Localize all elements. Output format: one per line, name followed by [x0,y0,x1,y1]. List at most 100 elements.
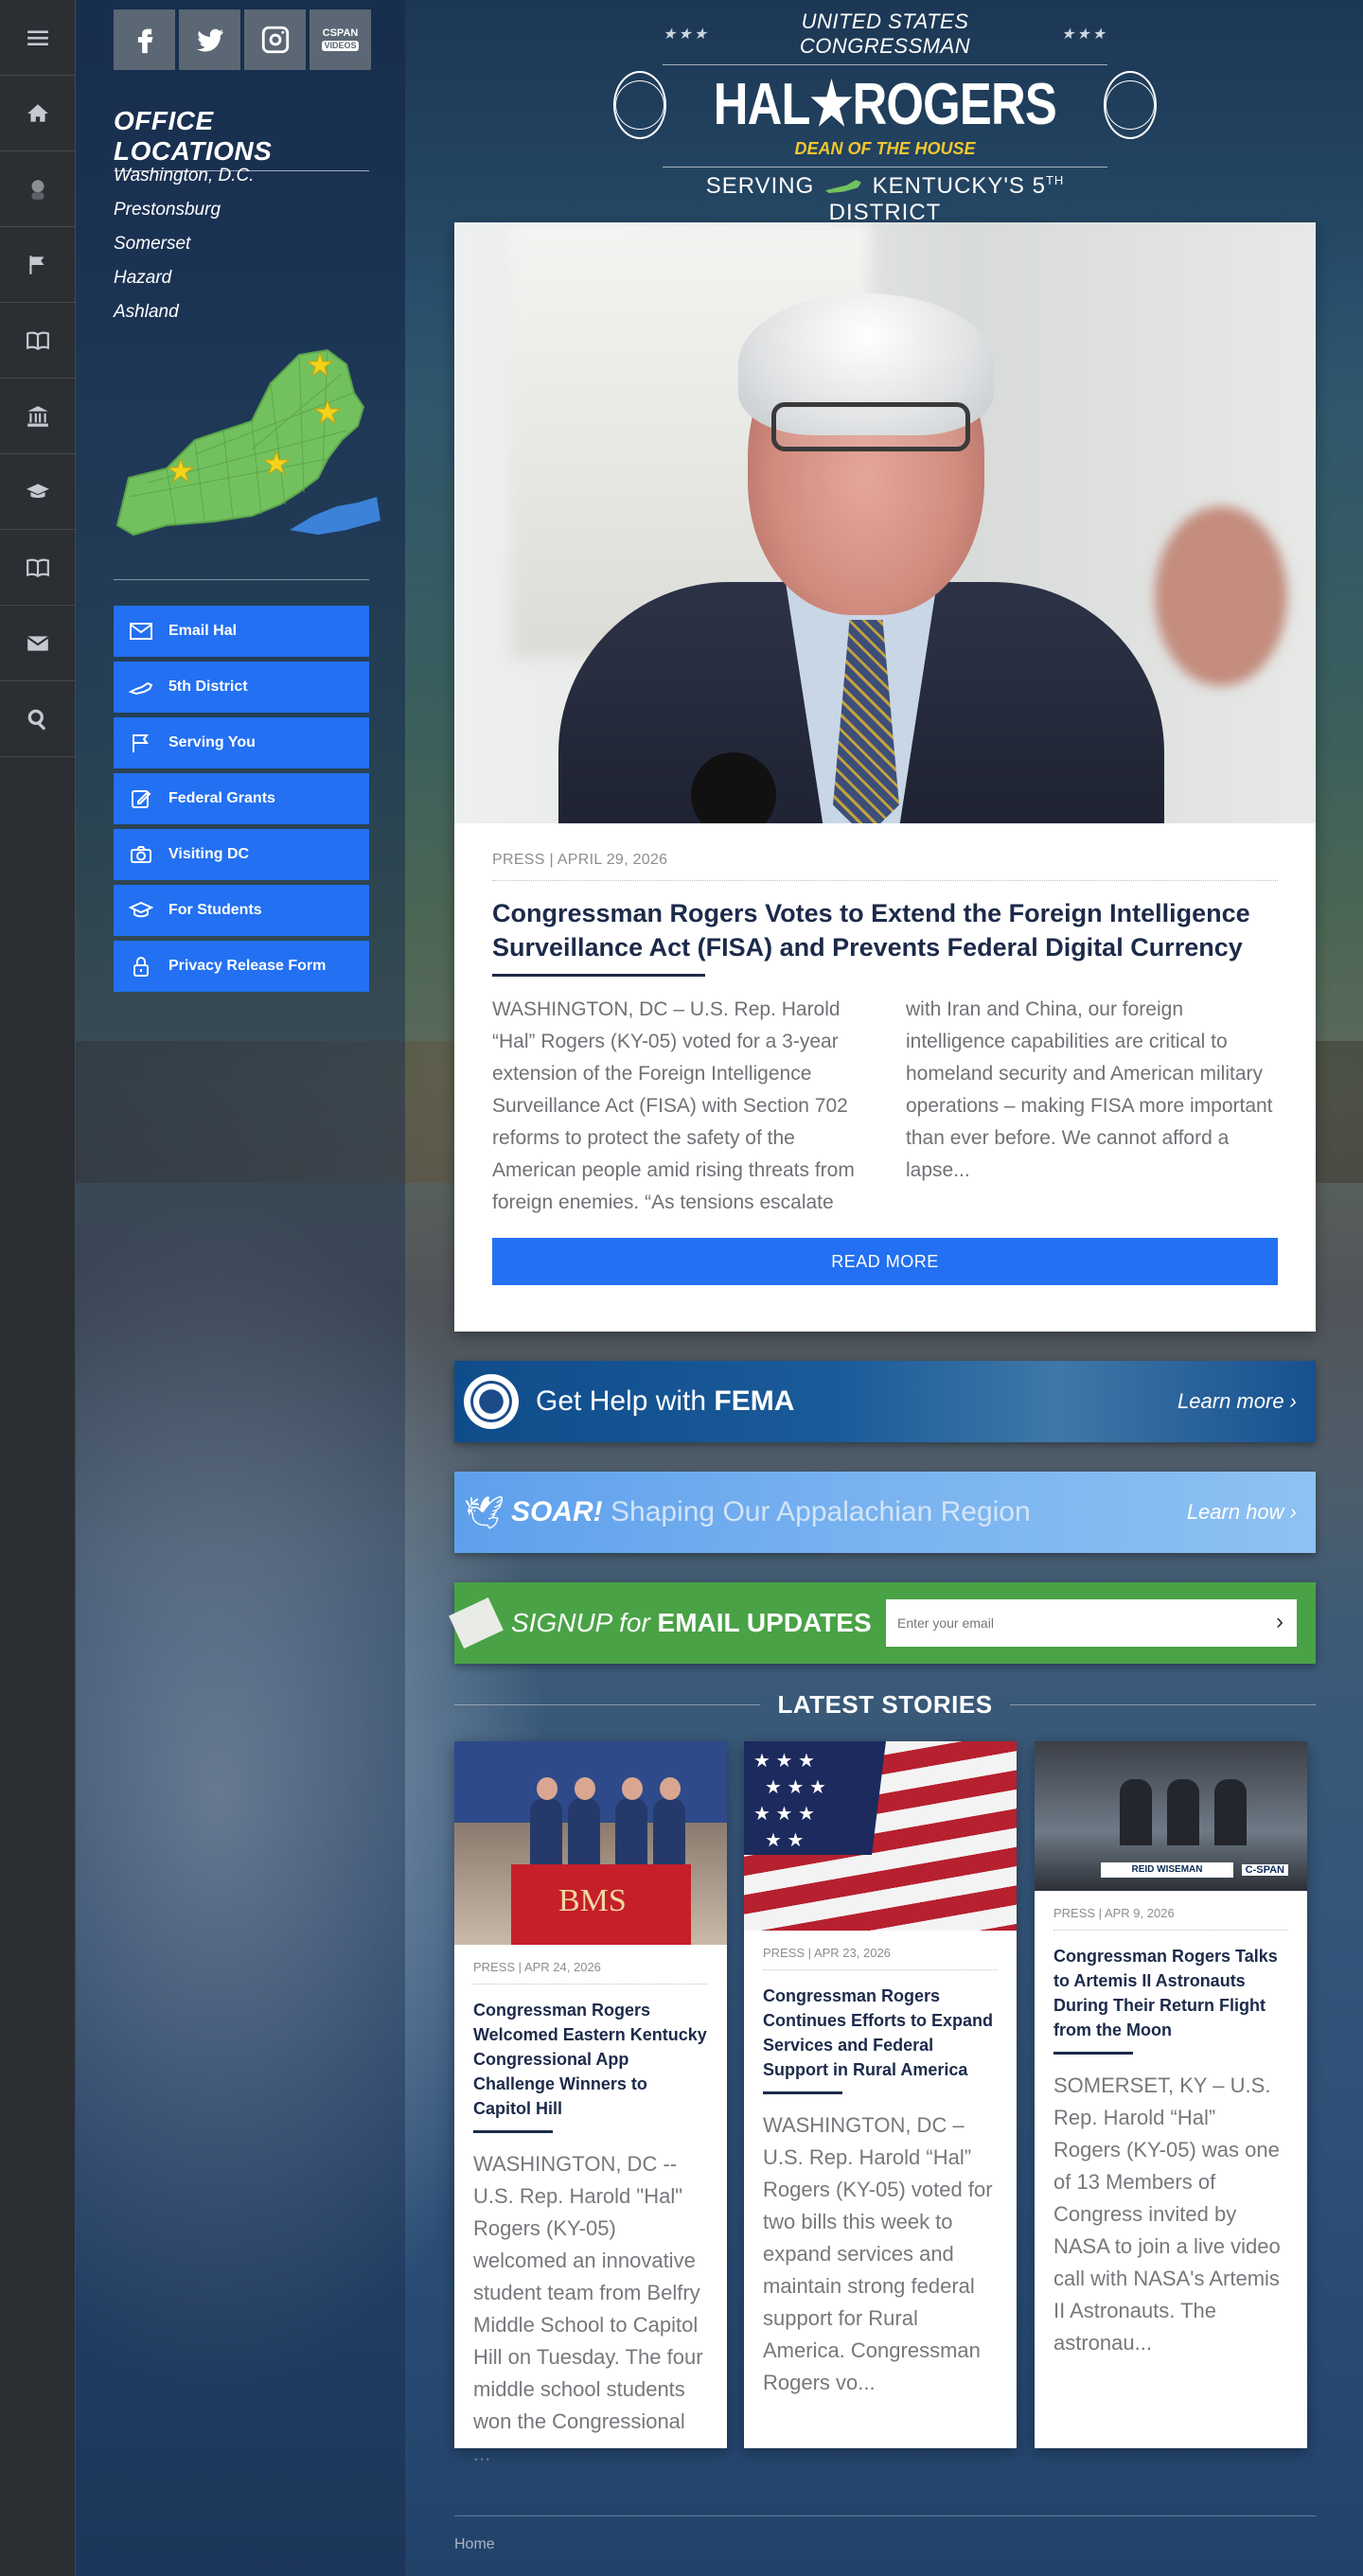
story-card[interactable]: REID WISEMAN C-SPAN PRESS | APR 9, 2026 … [1035,1741,1307,2448]
fema-learn-more-link[interactable]: Learn more › [1177,1389,1297,1414]
title-underline [492,974,705,977]
story-excerpt: WASHINGTON, DC – U.S. Rep. Harold “Hal” … [763,2113,993,2394]
read-more-button[interactable]: READ MORE [492,1238,1278,1285]
flag-icon[interactable] [0,227,76,303]
kentucky-district-map[interactable] [110,336,384,544]
graduation-cap-icon [129,901,153,918]
story-image[interactable]: BMS [454,1741,727,1945]
story-image[interactable]: ★ ★ ★ ★ ★ ★ ★ ★ ★ ★ ★ [744,1741,1017,1931]
book-open-icon[interactable] [0,530,76,606]
for-students-label: For Students [168,902,262,918]
edit-icon [132,790,151,808]
story-underline [473,2130,553,2133]
flag-icon [133,734,149,752]
story-meta: PRESS | APR 23, 2026 [763,1946,998,1970]
story-underline [1053,2052,1133,2055]
divider-left [454,1704,761,1705]
visiting-dc-button[interactable]: Visiting DC [114,829,369,880]
twitter-icon[interactable] [179,9,240,70]
capitol-icon[interactable] [0,379,76,454]
envelope-icon[interactable] [0,606,76,681]
soar-banner-text: SOAR! Shaping Our Appalachian Region [511,1496,1031,1528]
envelope-icon [449,1597,504,1649]
soar-learn-how-link[interactable]: Learn how › [1187,1500,1297,1525]
stars-left-icon: ★★★ [663,26,710,43]
privacy-release-form-label: Privacy Release Form [168,958,327,974]
office-link-washington[interactable]: Washington, D.C. [114,159,255,193]
envelope-icon [130,623,152,640]
story-image-text: BMS [558,1883,627,1918]
instagram-icon[interactable] [244,9,306,70]
site-header[interactable]: ★★★ UNITED STATES CONGRESSMAN ★★★ HAL★RO… [613,9,1157,226]
office-link-ashland[interactable]: Ashland [114,295,255,329]
privacy-release-form-button[interactable]: Privacy Release Form [114,941,369,992]
signup-banner-pre: SIGNUP for [511,1608,658,1637]
left-rail-nav [0,0,76,2576]
email-signup-banner: SIGNUP for EMAIL UPDATES › [449,1582,1316,1664]
serving-pre: SERVING [705,173,815,199]
header-top: ★★★ UNITED STATES CONGRESSMAN ★★★ [663,9,1107,65]
office-title-light: OFFICE [114,106,214,135]
fema-banner[interactable]: Get Help with FEMA Learn more › [454,1361,1316,1442]
story-excerpt: SOMERSET, KY – U.S. Rep. Harold “Hal” Ro… [1053,2073,1281,2355]
serving-you-button[interactable]: Serving You [114,717,369,768]
featured-article-excerpt: WASHINGTON, DC – U.S. Rep. Harold “Hal” … [492,998,1273,1213]
menu-icon[interactable] [0,0,76,76]
sidebar: CSPAN VIDEOS OFFICE LOCATIONS Washington,… [76,0,405,2576]
header-top-label: UNITED STATES CONGRESSMAN [799,9,971,58]
serving-end: DISTRICT [828,200,942,225]
story-meta: PRESS | APR 9, 2026 [1053,1906,1288,1931]
featured-article-body: PRESS | APRIL 29, 2026 Congressman Roger… [454,823,1316,1285]
story-card[interactable]: ★ ★ ★ ★ ★ ★ ★ ★ ★ ★ ★ PRESS | APR 23, 20… [744,1741,1017,2448]
cspan-bottom-label: VIDEOS [322,41,359,51]
office-link-hazard[interactable]: Hazard [114,261,255,295]
portrait-icon[interactable] [0,151,76,227]
email-signup-input[interactable] [886,1599,1297,1647]
featured-article-image[interactable] [454,222,1316,823]
fema-banner-pre: Get Help with [536,1385,715,1417]
cspan-icon[interactable]: CSPAN VIDEOS [310,9,371,70]
office-link-prestonsburg[interactable]: Prestonsburg [114,193,255,227]
soar-banner[interactable]: 🕊 SOAR! Shaping Our Appalachian Region L… [454,1472,1316,1553]
story-title[interactable]: Congressman Rogers Talks to Artemis II A… [1053,1944,1288,2042]
chevron-right-icon[interactable]: › [1276,1609,1283,1635]
dean-of-house-label: DEAN OF THE HOUSE [794,139,976,158]
serving-post: KENTUCKY'S 5 [872,173,1046,199]
fema-banner-bold: FEMA [714,1385,795,1417]
footer-divider [454,2515,1316,2516]
book-icon[interactable] [0,303,76,379]
graduation-cap-icon[interactable] [0,454,76,530]
for-students-button[interactable]: For Students [114,885,369,936]
kentucky-green-icon [824,180,861,193]
federal-grants-button[interactable]: Federal Grants [114,773,369,824]
featured-article-meta: PRESS | APRIL 29, 2026 [492,852,1278,881]
story-image[interactable]: REID WISEMAN C-SPAN [1035,1741,1307,1891]
sidebar-buttons: Email Hal 5th District Serving You Feder… [114,606,369,997]
fema-banner-text: Get Help with FEMA [536,1385,794,1418]
latest-stories-title: LATEST STORIES [777,1690,993,1719]
stars-right-icon: ★★★ [1060,26,1107,43]
cspan-top-label: CSPAN [322,27,359,39]
office-link-somerset[interactable]: Somerset [114,227,255,261]
story-meta: PRESS | APR 24, 2026 [473,1960,708,1985]
federal-grants-label: Federal Grants [168,790,275,806]
email-hal-button[interactable]: Email Hal [114,606,369,657]
latest-stories-header: LATEST STORIES [454,1690,1316,1720]
featured-article-title[interactable]: Congressman Rogers Votes to Extend the F… [492,896,1278,964]
social-links: CSPAN VIDEOS [114,9,371,70]
fifth-district-button[interactable]: 5th District [114,662,369,713]
story-card[interactable]: BMS PRESS | APR 24, 2026 Congressman Rog… [454,1741,727,2465]
serving-sup: TH [1045,173,1065,187]
soar-banner-rest: Shaping Our Appalachian Region [602,1496,1031,1527]
story-excerpt: WASHINGTON, DC -- U.S. Rep. Harold "Hal"… [473,2152,703,2465]
home-icon[interactable] [0,76,76,151]
story-title[interactable]: Congressman Rogers Continues Efforts to … [763,1984,998,2082]
bird-icon: 🕊 [464,1495,505,1531]
search-icon[interactable] [0,681,76,757]
featured-article: PRESS | APRIL 29, 2026 Congressman Roger… [454,222,1316,1332]
story-title[interactable]: Congressman Rogers Welcomed Eastern Kent… [473,1998,708,2121]
facebook-icon[interactable] [114,9,175,70]
camera-icon [131,846,151,863]
footer-home-link[interactable]: Home [454,2536,495,2553]
serving-you-label: Serving You [168,734,256,750]
